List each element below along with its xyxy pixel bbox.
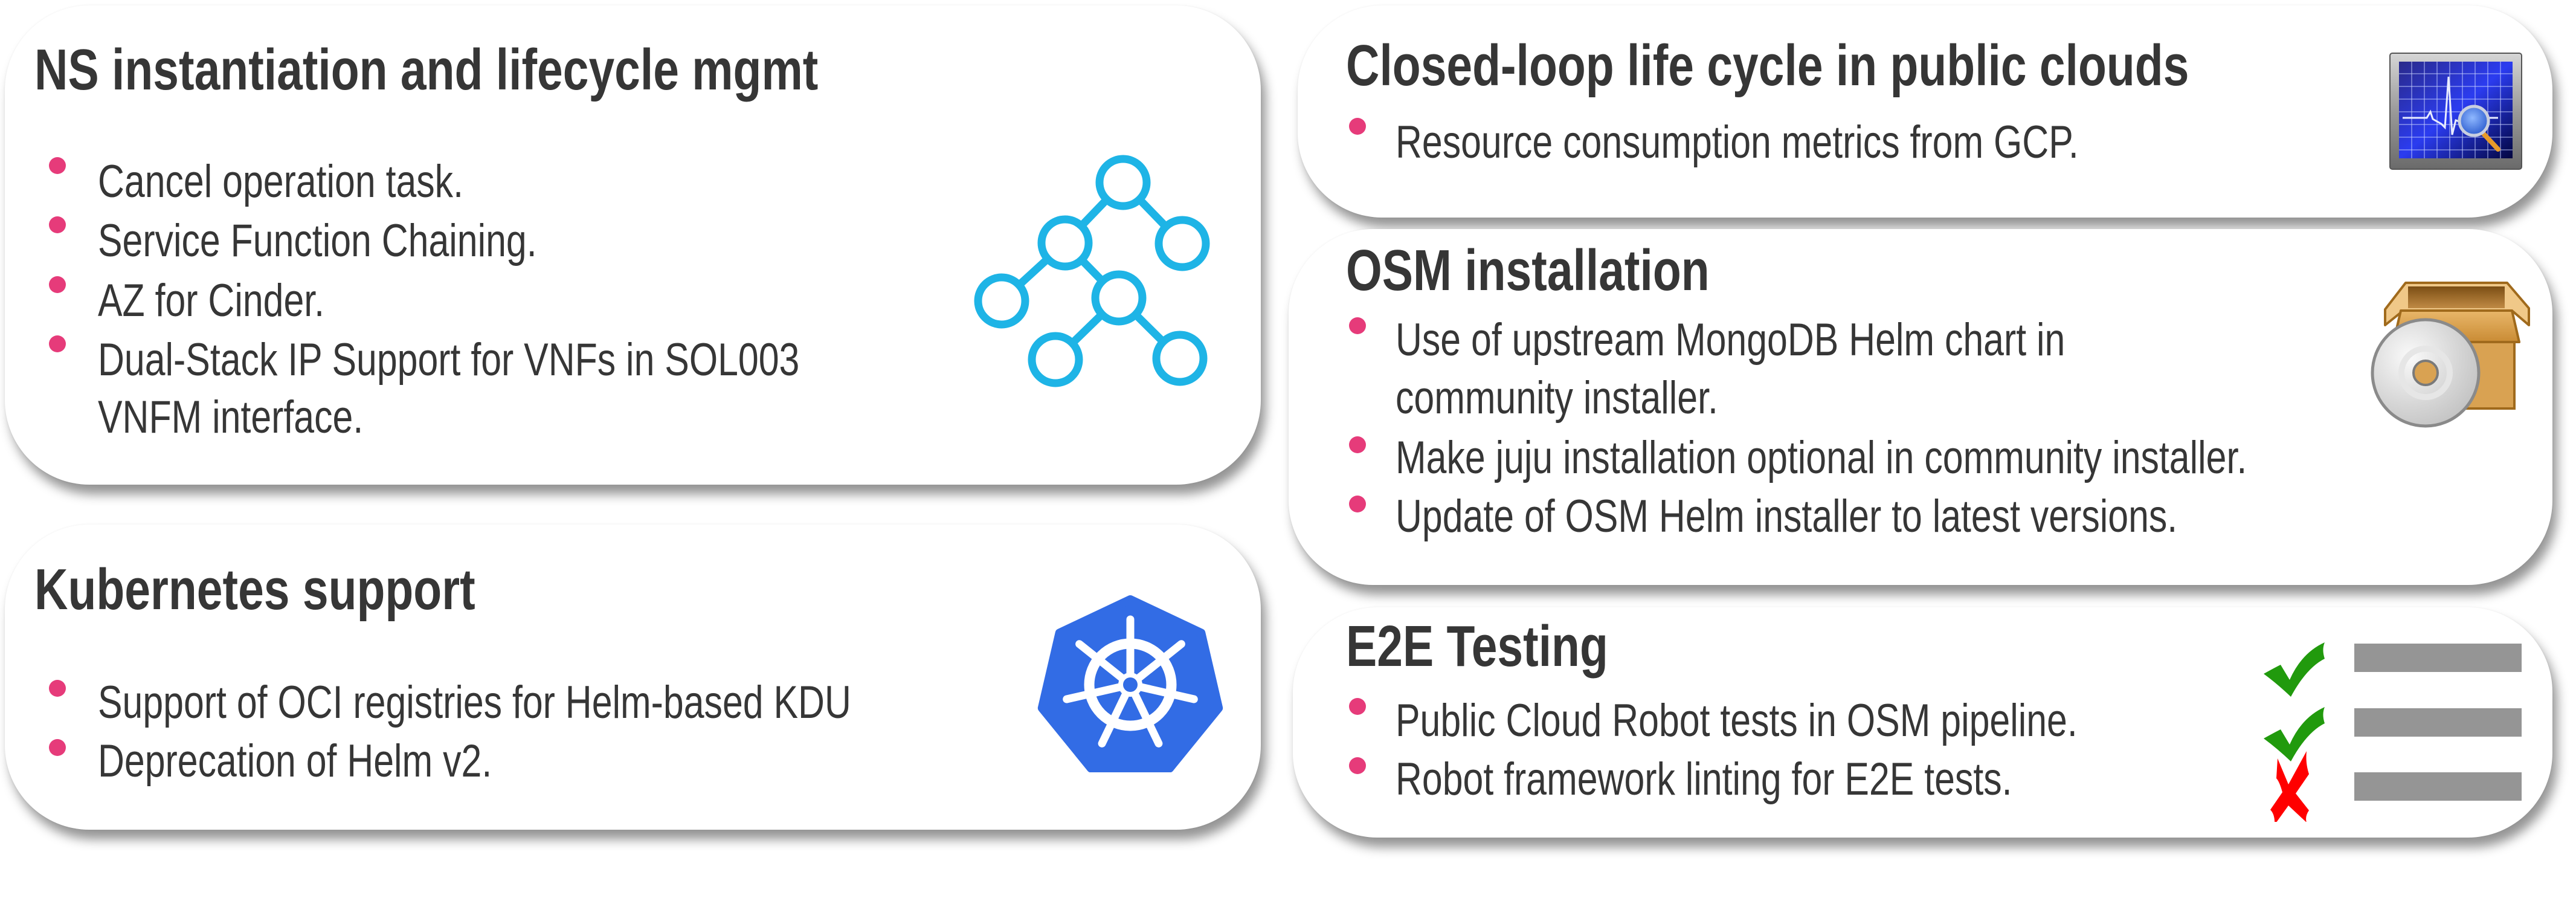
list-item: Update of OSM Helm installer to latest v… xyxy=(1396,491,2178,542)
checklist-icon xyxy=(2264,642,2522,822)
card-title: Closed-loop life cycle in public clouds xyxy=(1346,33,2189,98)
tree-node xyxy=(1095,155,1151,210)
list-item: Resource consumption metrics from GCP. xyxy=(1396,117,2079,168)
tree-node xyxy=(1028,332,1083,387)
bullet-dot xyxy=(49,335,66,352)
bullet-dot xyxy=(49,157,66,174)
package-box-cd-icon xyxy=(2371,282,2530,428)
bullet-dot xyxy=(49,680,66,697)
bullet-dot xyxy=(49,276,66,293)
bullet-dot xyxy=(1349,118,1366,135)
kubernetes-logo-icon xyxy=(1037,595,1223,772)
card-title: OSM installation xyxy=(1346,238,1710,303)
monitor-graph-icon xyxy=(2389,53,2522,170)
checklist-bar xyxy=(2354,772,2522,801)
list-item-continuation: VNFM interface. xyxy=(98,392,364,443)
tree-node xyxy=(1152,331,1208,386)
bullet-dot xyxy=(49,739,66,756)
bullet-dot xyxy=(1349,496,1366,512)
list-item-continuation: community installer. xyxy=(1396,372,1718,424)
list-item: Dual-Stack IP Support for VNFs in SOL003 xyxy=(98,334,800,386)
list-item: Deprecation of Helm v2. xyxy=(98,735,492,787)
bullet-dot xyxy=(1349,436,1366,453)
bullet-dot xyxy=(1349,698,1366,715)
checklist-bar xyxy=(2354,644,2522,672)
tree-node xyxy=(1037,215,1093,271)
card-title: Kubernetes support xyxy=(34,557,475,622)
list-item: Cancel operation task. xyxy=(98,156,463,207)
cross-mark-icon xyxy=(2270,751,2309,822)
list-item: Robot framework linting for E2E tests. xyxy=(1396,754,2012,805)
bullet-dot xyxy=(1349,757,1366,774)
tree-node xyxy=(1091,270,1147,326)
card-title: E2E Testing xyxy=(1346,614,1608,679)
list-item: Service Function Chaining. xyxy=(98,215,537,266)
checklist-bar xyxy=(2354,708,2522,737)
network-tree-icon xyxy=(974,155,1210,387)
list-item: AZ for Cinder. xyxy=(98,275,325,326)
list-item: Support of OCI registries for Helm-based… xyxy=(98,677,851,728)
card-title: NS instantiation and lifecycle mgmt xyxy=(34,37,819,102)
check-mark-icon xyxy=(2264,707,2325,761)
list-item: Public Cloud Robot tests in OSM pipeline… xyxy=(1396,695,2078,746)
bullet-dot xyxy=(1349,317,1366,334)
bullet-dot xyxy=(49,216,66,233)
tree-node xyxy=(1154,216,1210,271)
check-mark-icon xyxy=(2264,642,2325,697)
list-item: Make juju installation optional in commu… xyxy=(1396,432,2247,483)
tree-node xyxy=(974,273,1029,329)
list-item: Use of upstream MongoDB Helm chart in xyxy=(1396,314,2066,366)
